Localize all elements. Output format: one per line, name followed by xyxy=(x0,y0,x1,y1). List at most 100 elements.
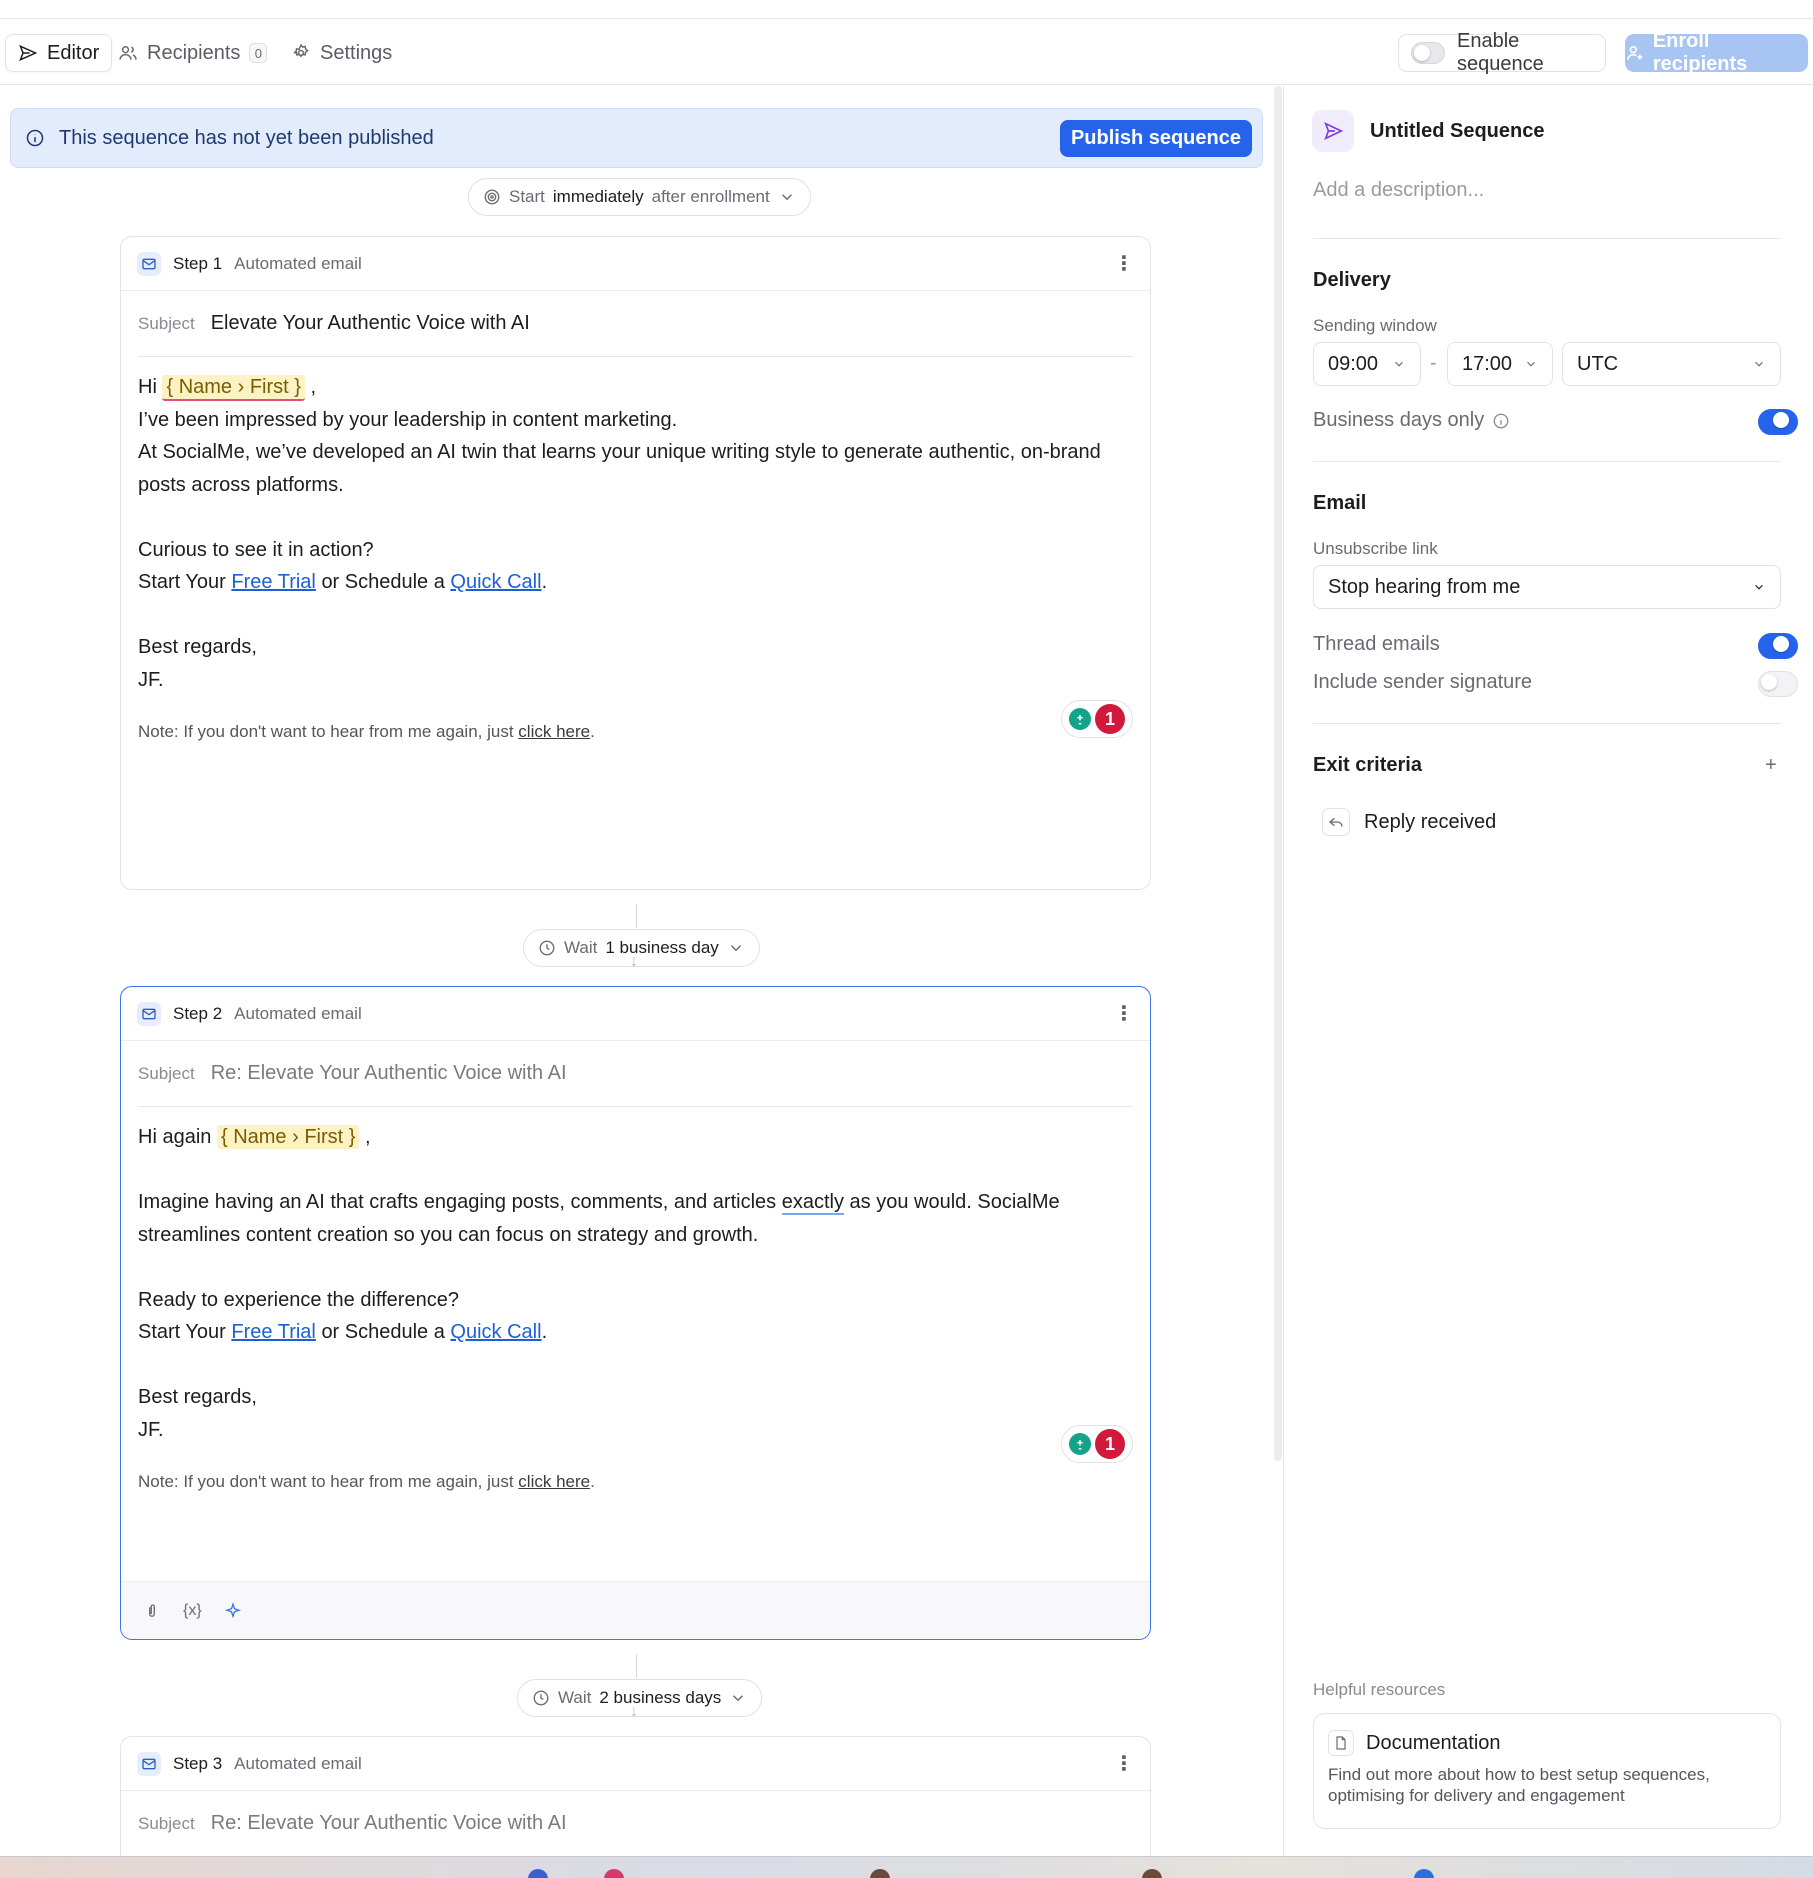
greeting: Hi again xyxy=(138,1126,212,1148)
wait-dropdown-2[interactable]: Wait 2 business days xyxy=(517,1679,763,1717)
send-icon xyxy=(1312,110,1354,152)
tab-recipients[interactable]: Recipients 0 xyxy=(106,34,279,72)
exit-criteria-title: Exit criteria xyxy=(1313,754,1422,776)
documentation-card[interactable]: Documentation Find out more about how to… xyxy=(1313,1713,1781,1829)
more-options-icon[interactable]: ⋮ xyxy=(1114,1004,1134,1024)
flagged-word[interactable]: exactly xyxy=(781,1191,844,1215)
tab-editor[interactable]: Editor xyxy=(5,34,113,72)
enroll-recipients-label: Enroll recipients xyxy=(1652,30,1748,75)
taskbar-app-icon[interactable] xyxy=(604,1869,624,1878)
cta-mid: or Schedule a xyxy=(321,571,445,593)
body-line: Ready to experience the difference? xyxy=(138,1288,459,1311)
envelope-icon xyxy=(137,1001,161,1026)
cta-mid: or Schedule a xyxy=(321,1321,445,1343)
quick-call-link[interactable]: Quick Call xyxy=(450,1321,541,1343)
variable-braces-icon[interactable]: {x} xyxy=(183,1602,202,1620)
taskbar-app-icon[interactable] xyxy=(1414,1869,1434,1878)
banner-text: This sequence has not yet been published xyxy=(59,126,434,149)
chevron-down-icon xyxy=(730,945,741,952)
step-type: Automated email xyxy=(234,1003,362,1023)
sequence-settings-sidebar: Untitled Sequence Add a description... D… xyxy=(1283,86,1813,1856)
end-time-value: 17:00 xyxy=(1462,352,1513,375)
tab-settings[interactable]: Settings xyxy=(279,34,404,72)
sequence-title[interactable]: Untitled Sequence xyxy=(1370,120,1544,143)
reply-received-label: Reply received xyxy=(1364,810,1497,833)
sender-signature-toggle[interactable] xyxy=(1758,671,1798,697)
cta-end: . xyxy=(541,1321,548,1343)
grammar-check-widget[interactable]: 1 xyxy=(1061,700,1133,738)
unsubscribe-select[interactable]: Stop hearing from me xyxy=(1313,565,1781,609)
divider xyxy=(1313,238,1781,239)
start-timing-dropdown[interactable]: Start immediately after enrollment xyxy=(468,178,811,216)
exit-criteria-item[interactable]: Reply received xyxy=(1322,808,1496,836)
body-line: At SocialMe, we’ve developed an AI twin … xyxy=(138,441,1101,496)
free-trial-link[interactable]: Free Trial xyxy=(231,1321,315,1343)
step-card-2[interactable]: Step 2 Automated email ⋮ Subject Re: Ele… xyxy=(120,986,1151,1640)
greeting-end: , xyxy=(365,1126,371,1148)
email-body[interactable]: Hi { Name › First } , I’ve been impresse… xyxy=(121,357,1150,696)
sending-window-label: Sending window xyxy=(1313,316,1437,335)
grammar-issue-count: 1 xyxy=(1095,1429,1125,1459)
step-card-1[interactable]: Step 1 Automated email ⋮ Subject Elevate… xyxy=(120,236,1151,890)
more-options-icon[interactable]: ⋮ xyxy=(1114,254,1134,274)
greeting: Hi xyxy=(138,376,157,398)
free-trial-link[interactable]: Free Trial xyxy=(231,571,315,593)
chevron-down-icon xyxy=(733,1695,744,1702)
subject-row[interactable]: Subject Re: Elevate Your Authentic Voice… xyxy=(138,1791,1133,1856)
email-body[interactable]: Hi again { Name › First } , Imagine havi… xyxy=(121,1107,1150,1446)
cta-prefix: Start Your xyxy=(138,1321,226,1343)
start-time-select[interactable]: 09:00 xyxy=(1313,342,1421,386)
chevron-down-icon xyxy=(781,194,792,201)
more-options-icon[interactable]: ⋮ xyxy=(1114,1754,1134,1774)
step-label: Step 3 xyxy=(173,1753,223,1773)
add-exit-criteria-button[interactable]: + xyxy=(1765,754,1777,777)
editor-scrollbar[interactable] xyxy=(1274,86,1282,1461)
sparkle-icon[interactable] xyxy=(224,1601,242,1620)
start-time-value: 09:00 xyxy=(1328,352,1379,375)
start-strong: immediately xyxy=(552,187,644,206)
end-time-select[interactable]: 17:00 xyxy=(1447,342,1553,386)
body-line: Curious to see it in action? xyxy=(138,538,374,561)
taskbar-app-icon[interactable] xyxy=(870,1869,890,1878)
subject-row[interactable]: Subject Elevate Your Authentic Voice wit… xyxy=(138,291,1133,357)
quick-call-link[interactable]: Quick Call xyxy=(450,571,541,593)
signoff: Best regards, xyxy=(138,636,257,658)
paperclip-icon[interactable] xyxy=(143,1602,161,1620)
subject-row[interactable]: Subject Re: Elevate Your Authentic Voice… xyxy=(138,1041,1133,1107)
unsubscribe-note: Note: If you don't want to hear from me … xyxy=(138,1472,1133,1492)
description-input[interactable]: Add a description... xyxy=(1313,179,1484,202)
tab-recipients-label: Recipients xyxy=(147,41,241,64)
connector-line xyxy=(636,904,637,928)
enable-sequence-toggle[interactable]: Enable sequence xyxy=(1398,30,1606,75)
unsubscribe-label: Unsubscribe link xyxy=(1313,539,1438,558)
thread-emails-toggle[interactable] xyxy=(1758,633,1798,659)
enroll-recipients-button[interactable]: Enroll recipients xyxy=(1625,30,1808,75)
arrow-down-icon: ↓ xyxy=(630,1703,638,1720)
taskbar-app-icon[interactable] xyxy=(528,1869,548,1878)
target-icon xyxy=(484,189,500,205)
divider xyxy=(1313,461,1781,462)
click-here-link[interactable]: click here xyxy=(518,1472,590,1491)
business-days-toggle[interactable] xyxy=(1758,409,1798,435)
step-card-3[interactable]: Step 3 Automated email ⋮ Subject Re: Ele… xyxy=(120,1736,1151,1856)
name-variable[interactable]: { Name › First } xyxy=(216,1125,360,1149)
timezone-select[interactable]: UTC xyxy=(1562,342,1781,386)
publish-sequence-button[interactable]: Publish sequence xyxy=(1059,120,1252,157)
note-end: . xyxy=(590,722,595,741)
recipients-count-badge: 0 xyxy=(249,43,268,63)
info-icon[interactable] xyxy=(1492,412,1510,430)
body-line: I’ve been impressed by your leadership i… xyxy=(138,408,678,431)
chevron-down-icon xyxy=(1395,361,1403,367)
step-header: Step 1 Automated email ⋮ xyxy=(121,237,1150,291)
subject-value: Elevate Your Authentic Voice with AI xyxy=(210,312,530,334)
lightbulb-icon xyxy=(1069,1433,1091,1455)
time-range-dash: - xyxy=(1430,352,1437,374)
grammar-check-widget[interactable]: 1 xyxy=(1061,1425,1133,1463)
enable-sequence-switch[interactable] xyxy=(1411,42,1445,64)
click-here-link[interactable]: click here xyxy=(518,722,590,741)
clock-icon xyxy=(533,1690,549,1706)
name-variable[interactable]: { Name › First } xyxy=(162,375,305,401)
taskbar-app-icon[interactable] xyxy=(1142,1869,1162,1878)
wait-dropdown-1[interactable]: Wait 1 business day xyxy=(523,929,760,967)
subject-label: Subject xyxy=(138,1063,195,1083)
